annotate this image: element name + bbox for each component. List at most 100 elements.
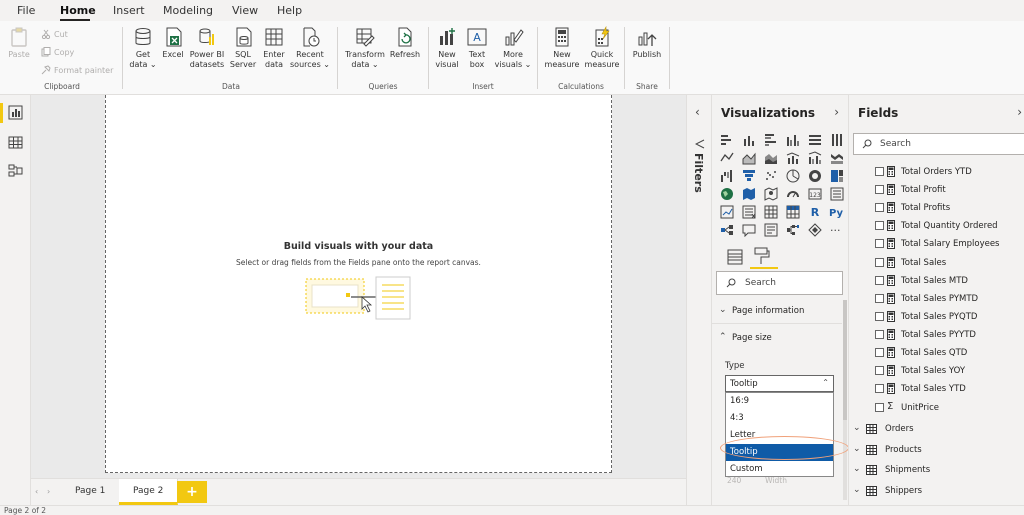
excel-button[interactable]: Excel [160,24,186,60]
azure-map-icon[interactable] [764,187,778,201]
report-canvas[interactable]: Build visuals with your data Select or d… [105,95,612,473]
ribbon-chart-icon[interactable] [830,151,844,165]
field-checkbox[interactable] [875,384,884,394]
line-chart-icon[interactable] [720,151,734,165]
table-row[interactable]: ⌄ Shipments [849,460,1024,480]
donut-chart-icon[interactable] [808,169,822,183]
field-row[interactable]: Total Sales PYMTD [849,290,1024,308]
get-data-button[interactable]: Get data ⌄ [128,24,158,70]
chevron-left-icon[interactable]: ‹ [695,105,700,119]
field-checkbox[interactable] [875,329,884,339]
field-row[interactable]: Total Sales YOY [849,362,1024,380]
field-row[interactable]: Total Orders YTD [849,163,1024,181]
table-visual-icon[interactable] [764,205,778,219]
field-row-unitprice[interactable]: Σ UnitPrice [849,399,1024,417]
tab-modeling[interactable]: Modeling [163,4,213,17]
model-view-icon[interactable] [8,163,23,178]
more-visuals-ellipsis-icon[interactable]: ... [830,221,844,235]
paste-button[interactable]: Paste [4,24,34,60]
waterfall-chart-icon[interactable] [720,169,734,183]
filters-pane-collapsed[interactable]: ‹ Filters [686,95,711,505]
format-search-input[interactable]: Search [716,271,843,295]
powerbi-datasets-button[interactable]: Power BI datasets [188,24,226,70]
chevron-right-icon[interactable]: › [1017,105,1022,119]
copy-button[interactable]: Copy [41,47,74,57]
more-visuals-button[interactable]: More visuals ⌄ [493,24,533,70]
sql-server-button[interactable]: SQL Server [228,24,258,70]
text-box-button[interactable]: A Text box [463,24,491,70]
matrix-icon[interactable] [786,205,800,219]
field-checkbox[interactable] [875,311,884,321]
smart-narrative-icon[interactable] [764,223,778,237]
scatter-chart-icon[interactable] [764,169,778,183]
page-tab-1[interactable]: Page 1 [61,479,121,505]
field-checkbox[interactable] [875,366,884,376]
qa-visual-icon[interactable] [742,223,756,237]
100-stacked-column-chart-icon[interactable] [830,133,844,147]
area-chart-icon[interactable] [742,151,756,165]
line-and-column-chart-icon[interactable] [786,151,800,165]
map-icon[interactable] [720,187,734,201]
field-checkbox[interactable] [875,203,884,213]
field-checkbox[interactable] [875,185,884,195]
funnel-chart-icon[interactable] [742,169,756,183]
field-checkbox[interactable] [875,167,884,176]
add-page-button[interactable]: + [177,481,207,503]
chevron-down-icon[interactable]: ⌄ [853,464,861,474]
chevron-right-icon[interactable]: › [834,105,839,119]
r-script-visual-icon[interactable]: R [808,205,822,219]
tab-help[interactable]: Help [277,4,302,17]
previous-page-icon[interactable]: ‹ [35,487,38,496]
publish-button[interactable]: Publish [629,24,665,60]
power-apps-icon[interactable] [808,223,822,237]
field-checkbox[interactable] [875,221,884,231]
refresh-button[interactable]: Refresh [388,24,422,60]
field-row[interactable]: Total Profit [849,181,1024,199]
clustered-bar-chart-icon[interactable] [764,133,778,147]
field-checkbox[interactable] [875,293,884,303]
recent-sources-button[interactable]: Recent sources ⌄ [290,24,330,70]
stacked-column-chart-icon[interactable] [742,133,756,147]
tab-home[interactable]: Home [60,4,96,17]
stacked-bar-chart-icon[interactable] [720,133,734,147]
table-row[interactable]: ⌄ Shippers [849,481,1024,501]
new-visual-button[interactable]: New visual [431,24,463,70]
chevron-down-icon[interactable]: ⌄ [853,444,861,454]
kpi-icon[interactable] [720,205,734,219]
field-row[interactable]: Total Quantity Ordered [849,217,1024,235]
enter-data-button[interactable]: Enter data [260,24,288,70]
tab-view[interactable]: View [232,4,258,17]
pie-chart-icon[interactable] [786,169,800,183]
page-type-dropdown[interactable]: Tooltip ⌃ [725,375,834,392]
format-pane-scrollbar-thumb[interactable] [843,300,847,420]
field-row[interactable]: Total Salary Employees [849,235,1024,253]
field-checkbox[interactable] [875,348,884,357]
gauge-icon[interactable] [786,187,800,201]
slicer-icon[interactable] [742,205,756,219]
field-row[interactable]: Total Profits [849,199,1024,217]
page-type-option-4-3[interactable]: 4:3 [726,410,833,427]
data-view-icon[interactable] [8,135,23,150]
page-type-option-16-9[interactable]: 16:9 [726,393,833,410]
page-tab-2[interactable]: Page 2 [119,479,179,505]
tab-file[interactable]: File [17,4,35,17]
treemap-icon[interactable] [830,169,844,183]
decomposition-tree-icon[interactable] [786,223,800,237]
new-measure-button[interactable]: New measure [542,24,582,70]
quick-measure-button[interactable]: Quick measure [582,24,622,70]
field-checkbox[interactable] [875,257,884,267]
tab-insert[interactable]: Insert [113,4,145,17]
field-checkbox[interactable] [875,239,884,249]
filled-map-icon[interactable] [742,187,756,201]
page-information-section[interactable]: ⌄ Page information [712,298,842,324]
report-view-icon[interactable] [8,105,23,120]
fields-search-input[interactable]: Search [853,133,1024,155]
python-visual-icon[interactable]: Py [826,205,846,219]
card-icon[interactable]: 123 [808,187,822,201]
format-painter-button[interactable]: Format painter [41,65,113,75]
field-row[interactable]: Total Sales MTD [849,272,1024,290]
line-and-clustered-column-icon[interactable] [808,151,822,165]
multi-row-card-icon[interactable] [830,187,844,201]
field-row[interactable]: Total Sales [849,254,1024,272]
table-row[interactable]: ⌄ Orders [849,419,1024,439]
